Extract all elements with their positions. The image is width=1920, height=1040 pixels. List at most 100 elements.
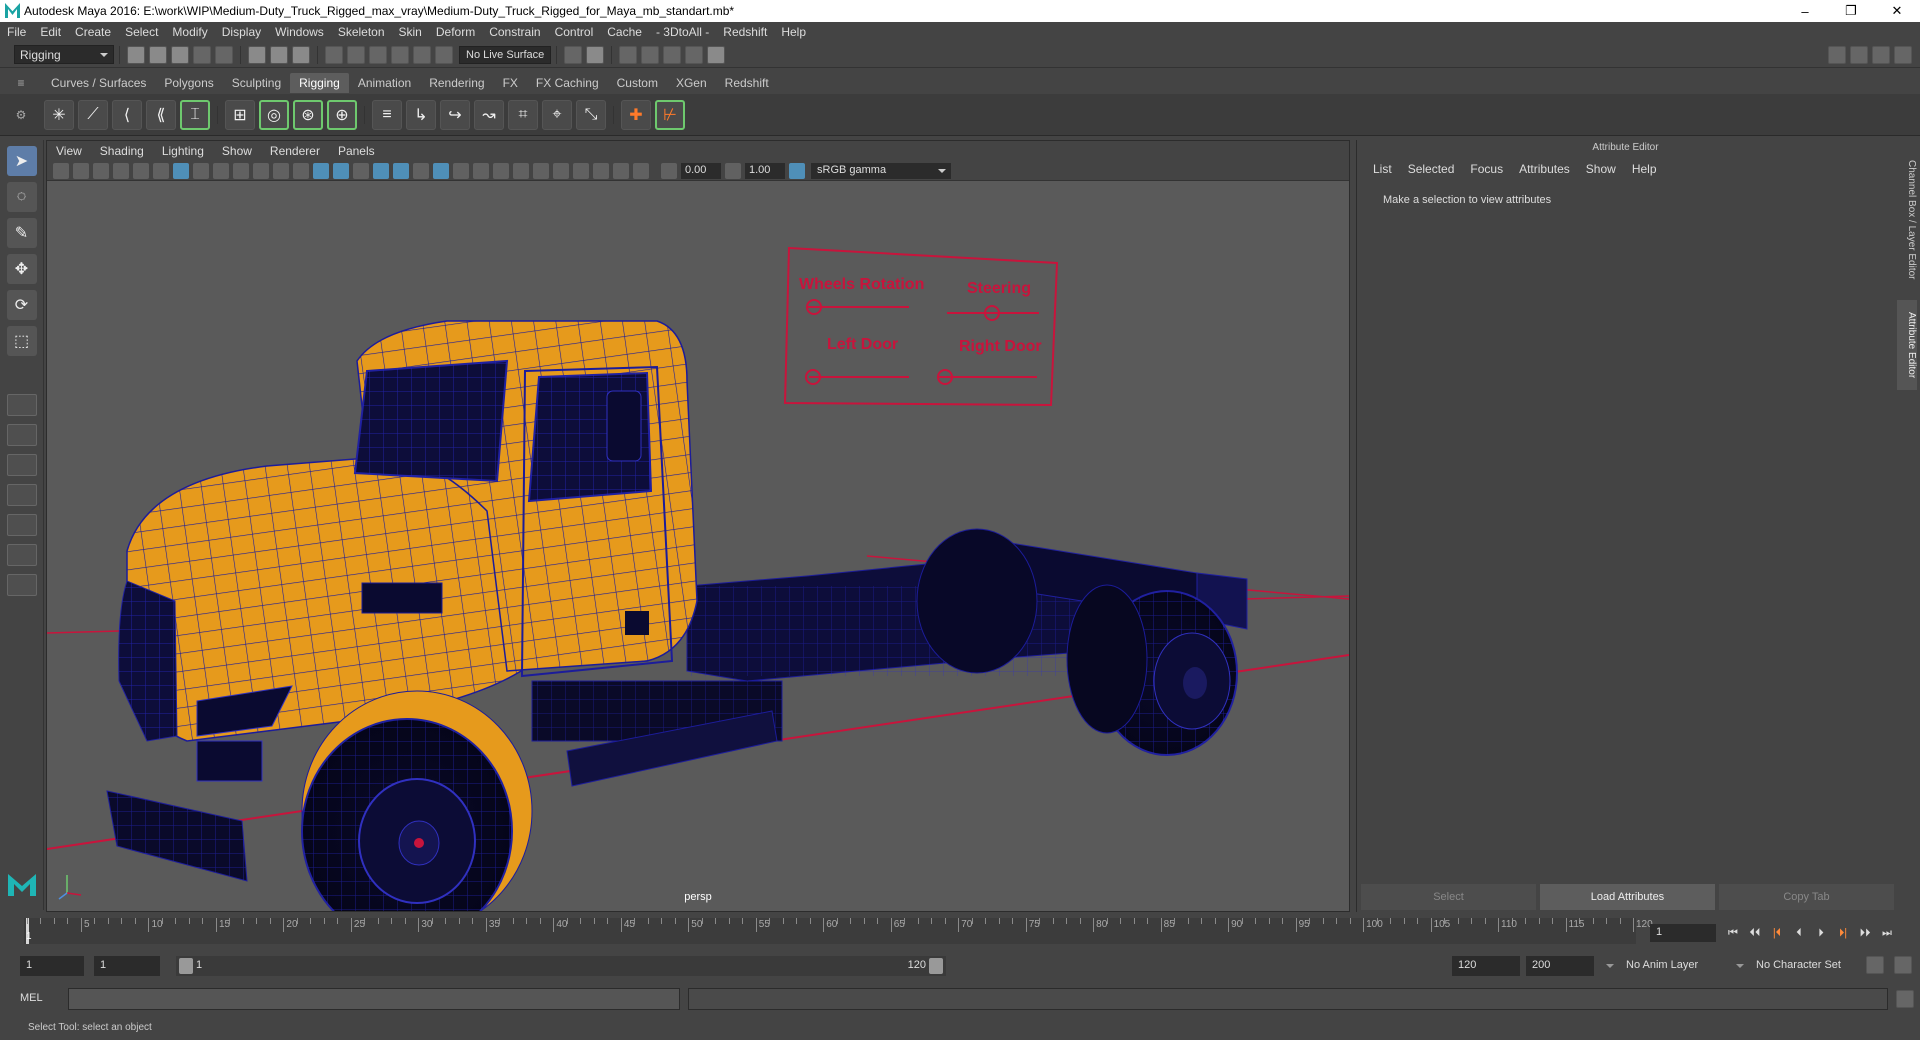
vp-menu-panels[interactable]: Panels xyxy=(329,144,384,158)
play-backward-icon[interactable]: ⏴ xyxy=(1788,924,1810,942)
menu-redshift[interactable]: Redshift xyxy=(716,25,774,39)
render-settings-icon[interactable] xyxy=(685,45,704,64)
step-forward-frame-icon[interactable]: ⏵| xyxy=(1832,924,1854,942)
menu-windows[interactable]: Windows xyxy=(268,25,331,39)
select-object-icon[interactable] xyxy=(270,45,288,64)
menu-select[interactable]: Select xyxy=(118,25,165,39)
ae-menu-help[interactable]: Help xyxy=(1624,162,1665,176)
gamma-field[interactable]: 1.00 xyxy=(745,162,785,179)
command-language-label[interactable]: MEL xyxy=(20,992,43,1004)
scale-tool-icon[interactable]: ⬚ xyxy=(6,326,37,356)
textured-icon[interactable] xyxy=(433,162,449,179)
maximize-button[interactable]: ❐ xyxy=(1828,3,1874,19)
flat-shade-icon[interactable] xyxy=(353,162,369,179)
tab-fx[interactable]: FX xyxy=(494,73,527,93)
persp-outliner-layout-icon[interactable] xyxy=(6,514,37,536)
menu-help[interactable]: Help xyxy=(774,25,813,39)
safe-title-icon[interactable] xyxy=(293,162,309,179)
aim-constraint-icon[interactable]: ⌗ xyxy=(508,99,538,130)
play-forward-icon[interactable]: ⏵ xyxy=(1810,924,1832,942)
channel-box-toggle-icon[interactable] xyxy=(1894,45,1912,64)
rig-control-panel[interactable]: Wheels Rotation Steering Left Door Right… xyxy=(783,246,1059,407)
insert-joint-icon[interactable]: ⟪ xyxy=(146,99,176,130)
timeline-track[interactable]: 1 5 10 15 20 25 30 35 40 45 50 55 60 65 70 75 80 85 90 95 1… xyxy=(24,918,1653,944)
bind-skin-icon[interactable]: ⊞ xyxy=(225,99,255,130)
film-gate-icon[interactable] xyxy=(193,162,209,179)
safe-action-icon[interactable] xyxy=(273,162,289,179)
wireframe-icon[interactable] xyxy=(313,162,329,179)
snap-live-icon[interactable] xyxy=(413,45,431,64)
bookmark-icon[interactable] xyxy=(93,162,109,179)
character-set-dropdown[interactable]: No Character Set xyxy=(1736,956,1870,976)
side-by-side-layout-icon[interactable] xyxy=(6,454,37,476)
orient-constraint-icon[interactable]: ↪ xyxy=(440,99,470,130)
attribute-editor-toggle-icon[interactable] xyxy=(1850,45,1868,64)
lasso-tool-icon[interactable]: ◌ xyxy=(6,182,37,212)
shelf-menu-icon[interactable]: ≡ xyxy=(0,76,42,90)
menu-control[interactable]: Control xyxy=(548,25,601,39)
vp-menu-lighting[interactable]: Lighting xyxy=(153,144,213,158)
cluster-icon[interactable]: ⊛ xyxy=(293,99,323,130)
camera-attributes-icon[interactable] xyxy=(73,162,89,179)
anim-end-field[interactable]: 200 xyxy=(1526,956,1594,976)
render-view-icon[interactable] xyxy=(619,45,638,64)
joint-tool-icon[interactable]: ✳ xyxy=(44,99,74,130)
menu-modify[interactable]: Modify xyxy=(165,25,214,39)
scale-constraint-icon[interactable]: ↝ xyxy=(474,99,504,130)
command-input[interactable] xyxy=(68,988,680,1010)
move-tool-icon[interactable]: ✥ xyxy=(6,254,37,284)
script-editor-icon[interactable] xyxy=(1896,990,1914,1008)
four-view-layout-icon[interactable] xyxy=(6,424,37,446)
depth-of-field-icon[interactable] xyxy=(553,162,569,179)
menu-skeleton[interactable]: Skeleton xyxy=(331,25,392,39)
snap-point-icon[interactable] xyxy=(369,45,387,64)
rotate-tool-icon[interactable]: ⟳ xyxy=(6,290,37,320)
snap-view-plane-icon[interactable] xyxy=(391,45,409,64)
front-wheel[interactable] xyxy=(301,690,533,944)
magnet-icon[interactable] xyxy=(435,45,453,64)
anti-aliasing-icon[interactable] xyxy=(533,162,549,179)
ae-menu-list[interactable]: List xyxy=(1365,162,1400,176)
tab-custom[interactable]: Custom xyxy=(608,73,667,93)
all-lights-icon[interactable] xyxy=(453,162,469,179)
tab-animation[interactable]: Animation xyxy=(349,73,420,93)
grid-toggle-icon[interactable] xyxy=(173,162,189,179)
playback-start-field[interactable]: 1 xyxy=(94,956,160,976)
hypershade-icon[interactable] xyxy=(707,45,726,64)
playback-end-field[interactable]: 120 xyxy=(1452,956,1520,976)
image-plane-icon[interactable] xyxy=(113,162,129,179)
tab-rendering[interactable]: Rendering xyxy=(420,73,493,93)
new-scene-icon[interactable] xyxy=(127,45,145,64)
range-slider[interactable]: 1 120 xyxy=(176,956,946,976)
exposure-field[interactable]: 0.00 xyxy=(681,162,721,179)
wireframe-on-shaded-icon[interactable] xyxy=(373,162,389,179)
menu-create[interactable]: Create xyxy=(68,25,118,39)
use-default-material-icon[interactable] xyxy=(413,162,429,179)
load-attributes-button[interactable]: Load Attributes xyxy=(1540,884,1715,910)
motion-blur-icon[interactable] xyxy=(513,162,529,179)
anim-start-field[interactable]: 1 xyxy=(20,956,84,976)
xray-active-icon[interactable] xyxy=(613,162,629,179)
anim-preferences-icon[interactable] xyxy=(1894,956,1912,974)
ae-menu-show[interactable]: Show xyxy=(1578,162,1624,176)
ik-handle-icon[interactable]: ⟋ xyxy=(78,99,108,130)
minimize-button[interactable]: – xyxy=(1782,4,1828,19)
tab-polygons[interactable]: Polygons xyxy=(155,73,222,93)
3d-scene[interactable]: Wheels Rotation Steering Left Door Right… xyxy=(46,181,1350,944)
range-end-handle[interactable] xyxy=(929,958,943,974)
snap-grid-icon[interactable] xyxy=(325,45,343,64)
screen-space-ao-icon[interactable] xyxy=(493,162,509,179)
xray-joints-icon[interactable] xyxy=(593,162,609,179)
menu-deform[interactable]: Deform xyxy=(429,25,482,39)
ae-menu-focus[interactable]: Focus xyxy=(1462,162,1511,176)
construction-history-icon[interactable] xyxy=(586,45,605,64)
redo-icon[interactable] xyxy=(215,45,233,64)
auto-key-icon[interactable] xyxy=(1866,956,1884,974)
vp-menu-shading[interactable]: Shading xyxy=(91,144,153,158)
tool-settings-toggle-icon[interactable] xyxy=(1872,45,1890,64)
vp-menu-view[interactable]: View xyxy=(47,144,91,158)
render-frame-icon[interactable] xyxy=(641,45,660,64)
undo-icon[interactable] xyxy=(193,45,211,64)
menu-set-dropdown[interactable]: Rigging xyxy=(14,45,114,64)
step-back-frame-icon[interactable]: |⏴ xyxy=(1766,924,1788,942)
